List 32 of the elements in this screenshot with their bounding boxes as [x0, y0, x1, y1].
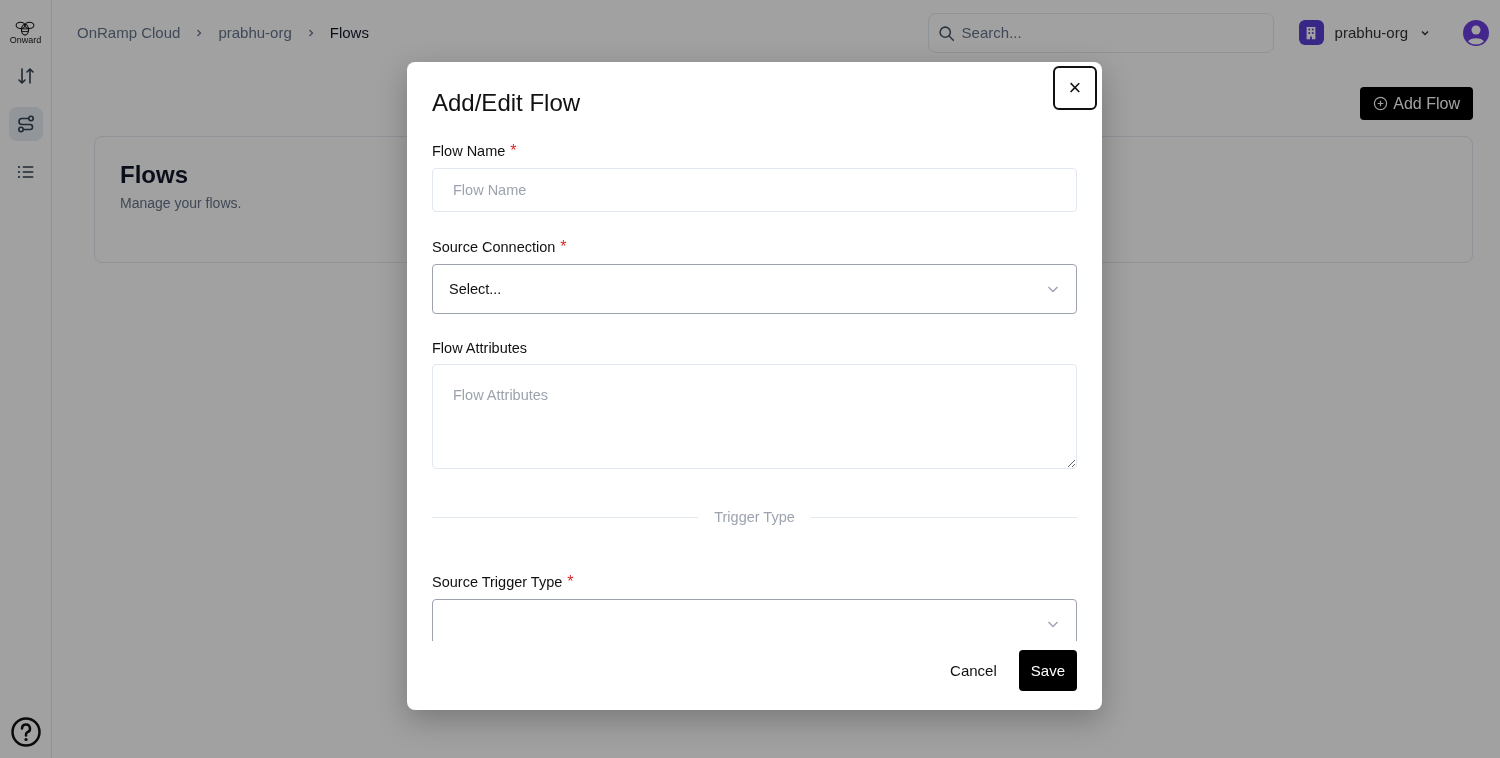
page-subtitle: Manage your flows.: [120, 195, 242, 211]
field-label: Flow Attributes: [432, 340, 528, 356]
page-title: Flows: [120, 161, 188, 189]
modal-title: Add/Edit Flow: [432, 89, 581, 117]
required-mark: *: [567, 573, 574, 591]
breadcrumb-link[interactable]: OnRamp Cloud: [77, 24, 181, 41]
text-field[interactable]: Flow Name: [432, 168, 1077, 212]
plus-circle-icon: [1373, 96, 1389, 111]
avatar-icon[interactable]: [1463, 19, 1489, 46]
required-mark: *: [560, 238, 567, 256]
breadcrumb-link[interactable]: Flows: [329, 24, 369, 41]
search-icon: [937, 24, 955, 42]
section-divider-label: Trigger Type: [714, 509, 795, 525]
breadcrumb-link[interactable]: prabhu-org: [218, 24, 292, 41]
save-button[interactable]: Save: [1018, 650, 1077, 691]
select-dropdown[interactable]: Select...: [432, 264, 1077, 314]
logo-text: Onward: [9, 36, 42, 45]
org-switcher[interactable]: prabhu-org: [1298, 20, 1431, 45]
select-dropdown[interactable]: [432, 599, 1077, 641]
required-mark: *: [510, 142, 517, 160]
route-icon[interactable]: [8, 107, 43, 141]
add-flow-button[interactable]: Add Flow: [1360, 87, 1473, 120]
bee-icon: [14, 20, 37, 36]
field-label: Source Trigger Type: [432, 574, 563, 590]
building-icon: [1298, 20, 1324, 45]
field-label: Flow Name: [432, 143, 506, 159]
close-button[interactable]: ×: [1053, 66, 1097, 110]
help-icon[interactable]: [9, 716, 42, 748]
text-area[interactable]: Flow Attributes: [432, 364, 1077, 469]
field-label: Source Connection: [432, 239, 556, 255]
logo[interactable]: Onward: [9, 20, 42, 45]
search-field[interactable]: Search...: [927, 12, 1274, 53]
